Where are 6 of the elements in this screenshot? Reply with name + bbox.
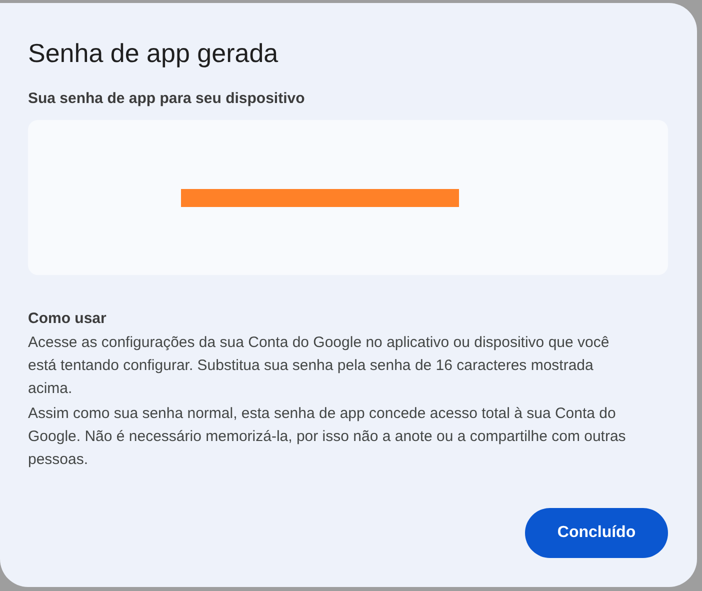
instruction-paragraph: Acesse as configurações da sua Conta do Google no aplicativo ou dispositivo que você está tentando configurar. Substitua sua senha pela senha de 16 caracteres mostrada acima. [28, 333, 610, 399]
password-label: Sua senha de app para seu dispositivo [28, 89, 306, 109]
dialog-title: Senha de app gerada [28, 37, 280, 69]
section-heading: Como usar [28, 309, 108, 329]
done-button[interactable]: Concluído [525, 508, 668, 558]
instruction-paragraph: Assim como sua senha normal, esta senha de app concede acesso total à sua Conta do Google. Não é necessário memorizá-la, por isso não a anote ou a compartilhe com outras pessoas. [28, 404, 627, 470]
